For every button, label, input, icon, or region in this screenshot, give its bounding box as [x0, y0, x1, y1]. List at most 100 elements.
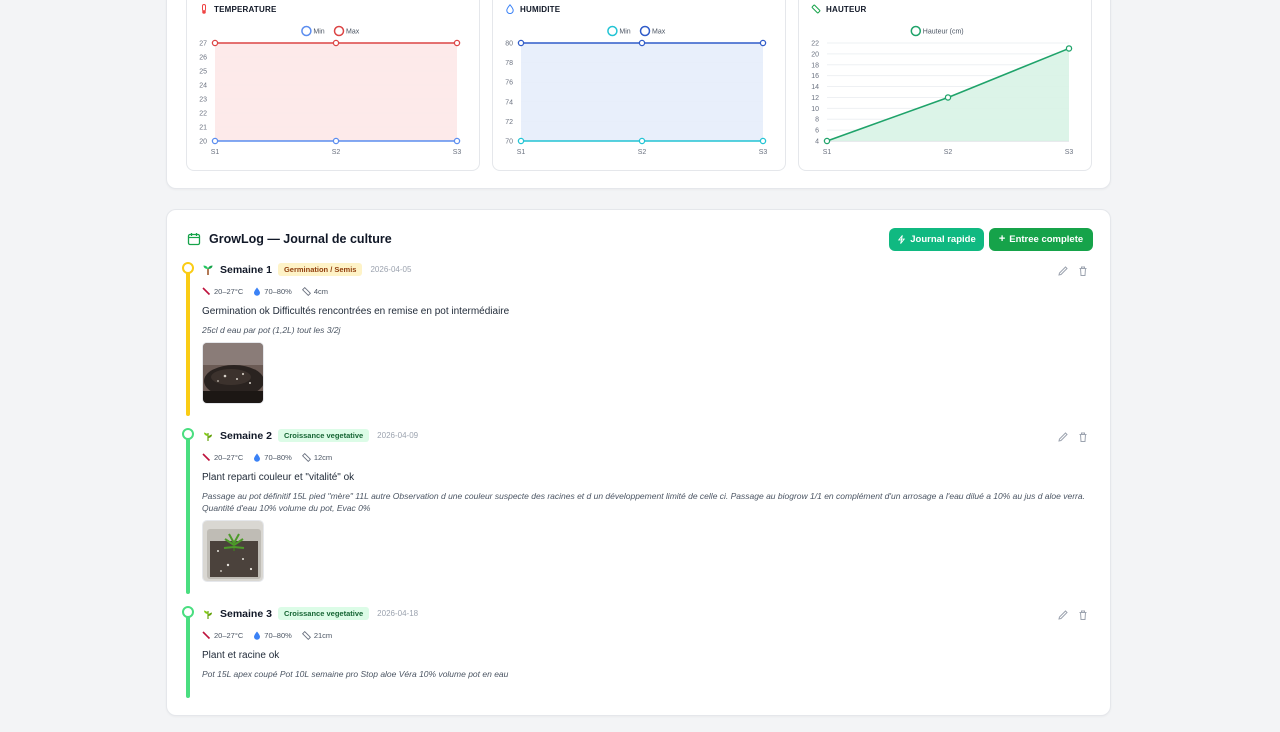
- legend-label: Min: [619, 29, 630, 36]
- entry-date: 2026-04-18: [377, 609, 419, 618]
- humidity-chart: HUMIDITE 70 72 74 76 78 80 S1 S2 S3 Min Max: [492, 0, 786, 171]
- height-stat: 4cm: [301, 287, 328, 296]
- entry-stats: 20–27°C 70–80% 12cm: [202, 453, 332, 462]
- y-tick-label: 8: [815, 117, 819, 124]
- plant-icon: [204, 432, 212, 441]
- delete-icon[interactable]: [1077, 609, 1089, 621]
- y-tick-label: 24: [199, 83, 207, 90]
- legend-marker: [639, 25, 651, 37]
- x-tick-label: S2: [638, 149, 647, 156]
- height-stat: 12cm: [301, 453, 332, 462]
- legend-marker: [301, 25, 312, 37]
- delete-icon[interactable]: [1077, 265, 1089, 277]
- growlog-header: GrowLog — Journal de culture: [187, 232, 392, 246]
- entry-header: Semaine 3 Croissance vegetative 2026-04-…: [202, 607, 418, 620]
- thermometer-icon: [202, 287, 211, 296]
- data-point: [211, 137, 219, 145]
- droplet-icon: [254, 287, 261, 296]
- entry-actions: [1057, 265, 1089, 277]
- data-point: [759, 39, 767, 47]
- data-point: [517, 39, 525, 47]
- area-fill: [215, 43, 457, 141]
- growlog-title: GrowLog — Journal de culture: [209, 232, 392, 246]
- data-point: [823, 137, 831, 145]
- entry-photo[interactable]: [202, 520, 264, 582]
- growlog-entry: Semaine 1 Germination / Semis 2026-04-05…: [167, 262, 1112, 416]
- temperature-stat: 20–27°C: [202, 453, 243, 462]
- y-tick-label: 72: [505, 119, 513, 126]
- data-point: [332, 137, 340, 145]
- temperature-stat: 20–27°C: [202, 287, 243, 296]
- data-point: [638, 39, 646, 47]
- stage-badge: Croissance vegetative: [277, 429, 370, 442]
- growlog-entry: Semaine 2 Croissance vegetative 2026-04-…: [167, 428, 1112, 594]
- data-point: [759, 137, 767, 145]
- legend-marker: [607, 25, 618, 37]
- data-point: [453, 137, 461, 145]
- height-plot: 4 6 8 10 12 14 16 18 20 22 S1 S2 S3 Hauteur (cm): [811, 25, 1074, 156]
- growlog-card: GrowLog — Journal de culture Journal rap…: [166, 209, 1111, 716]
- temperature-stat: 20–27°C: [202, 631, 243, 640]
- data-point: [211, 39, 219, 47]
- entry-week: Semaine 2: [220, 429, 272, 442]
- timeline-line: [186, 432, 190, 594]
- entry-main-text: Plant et racine ok: [202, 650, 280, 661]
- y-tick-label: 14: [811, 84, 819, 91]
- y-tick-label: 22: [199, 111, 207, 118]
- entry-date: 2026-04-09: [377, 431, 419, 440]
- delete-icon[interactable]: [1077, 431, 1089, 443]
- sprout-icon: [203, 265, 213, 275]
- y-tick-label: 22: [811, 41, 819, 48]
- humidity-stat: 70–80%: [253, 453, 292, 462]
- entry-week: Semaine 3: [220, 607, 272, 620]
- ruler-icon: [301, 453, 311, 462]
- humidity-stat: 70–80%: [253, 287, 292, 296]
- humidity-plot: 70 72 74 76 78 80 S1 S2 S3 Min Max: [505, 25, 767, 156]
- height-chart: HAUTEUR 4 6 8 10 12 14 16 18 20 22 S1 S2 S3 Hauteur (…: [798, 0, 1092, 171]
- entry-week: Semaine 1: [220, 263, 272, 276]
- entry-stats: 20–27°C 70–80% 4cm: [202, 287, 328, 296]
- entry-actions: [1057, 431, 1089, 443]
- plant-photo: [203, 521, 263, 581]
- full-entry-button[interactable]: + Entree complete: [989, 228, 1093, 251]
- quick-journal-button[interactable]: Journal rapide: [889, 228, 984, 251]
- growlog-entry: Semaine 3 Croissance vegetative 2026-04-…: [167, 606, 1112, 698]
- x-tick-label: S3: [1065, 149, 1074, 156]
- edit-icon[interactable]: [1057, 609, 1069, 621]
- entry-note: Passage au pot définitif 15L pied "mère"…: [202, 491, 1085, 513]
- y-tick-label: 20: [811, 51, 819, 58]
- data-point: [1065, 45, 1073, 52]
- entry-header: Semaine 2 Croissance vegetative 2026-04-…: [202, 429, 418, 442]
- data-point: [944, 94, 952, 101]
- y-tick-label: 23: [199, 97, 207, 104]
- timeline-dot: [182, 428, 194, 440]
- lightning-icon: [898, 235, 906, 244]
- x-tick-label: S1: [211, 149, 220, 156]
- edit-icon[interactable]: [1057, 431, 1069, 443]
- legend-label: Min: [313, 29, 324, 36]
- x-tick-label: S3: [453, 149, 462, 156]
- entry-main-text: Plant reparti couleur et "vitalité" ok: [202, 472, 355, 483]
- entry-header: Semaine 1 Germination / Semis 2026-04-05: [202, 263, 411, 276]
- y-tick-label: 16: [811, 73, 819, 80]
- y-tick-label: 18: [811, 62, 819, 69]
- legend-label: Max: [652, 29, 666, 36]
- area-fill: [521, 43, 763, 141]
- timeline-line: [186, 266, 190, 416]
- y-tick-label: 76: [505, 80, 513, 87]
- y-tick-label: 4: [815, 139, 819, 146]
- entry-main-text: Germination ok Difficultés rencontrées e…: [202, 306, 510, 317]
- entry-date: 2026-04-05: [370, 265, 412, 274]
- temperature-chart: TEMPERATURE 20 21 22 23 24 25 26 27 S1 S2 S3 Min Max: [186, 0, 480, 171]
- entry-photo[interactable]: [202, 342, 264, 404]
- plant-photo: [203, 343, 263, 403]
- x-tick-label: S2: [944, 149, 953, 156]
- thermometer-icon: [202, 453, 211, 462]
- x-tick-label: S1: [823, 149, 832, 156]
- ruler-icon: [301, 287, 311, 296]
- edit-icon[interactable]: [1057, 265, 1069, 277]
- charts-card: TEMPERATURE 20 21 22 23 24 25 26 27 S1 S2 S3 Min Max…: [166, 0, 1111, 189]
- data-point: [453, 39, 461, 47]
- data-point: [638, 137, 646, 145]
- y-tick-label: 12: [811, 95, 819, 102]
